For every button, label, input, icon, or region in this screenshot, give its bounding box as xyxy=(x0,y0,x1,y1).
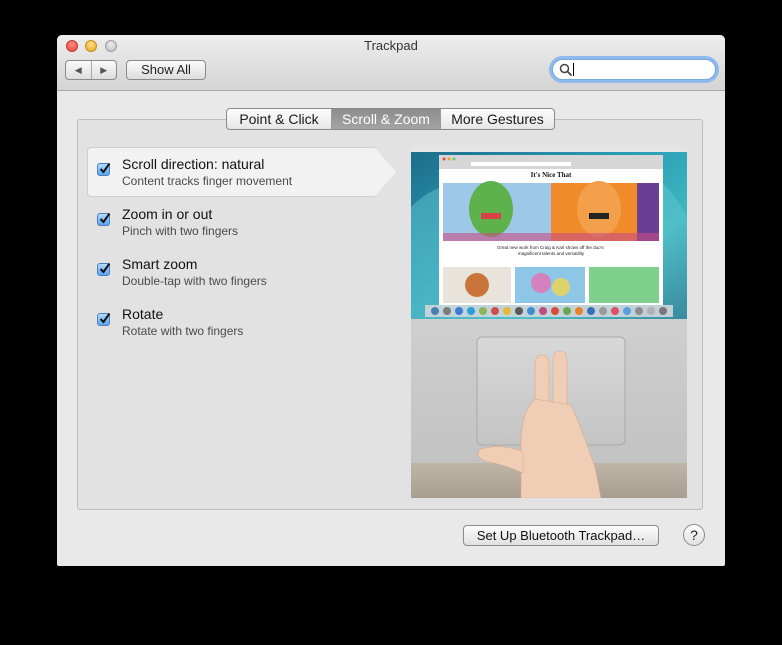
option-title: Smart zoom xyxy=(122,256,198,272)
dock-icon xyxy=(527,307,535,315)
scroll-direction-checkbox[interactable] xyxy=(97,162,111,176)
dock-icon xyxy=(551,307,559,315)
dock-icon xyxy=(455,307,463,315)
back-arrow-icon: ◀ xyxy=(74,64,82,75)
help-button[interactable]: ? xyxy=(683,524,705,546)
tab-more-gestures[interactable]: More Gestures xyxy=(440,109,554,129)
art-right-mouth xyxy=(589,213,609,219)
show-all-button[interactable]: Show All xyxy=(126,60,206,80)
art-right-face xyxy=(577,181,621,237)
dock-icon xyxy=(611,307,619,315)
dock-icon xyxy=(635,307,643,315)
dock-icon xyxy=(479,307,487,315)
option-scroll-direction[interactable]: Scroll direction: natural Content tracks… xyxy=(87,147,396,197)
forward-arrow-icon: ▶ xyxy=(100,64,108,75)
option-subtitle: Pinch with two fingers xyxy=(122,224,239,238)
art-left-mouth xyxy=(481,213,501,219)
option-subtitle: Double-tap with two fingers xyxy=(122,274,267,288)
selection-highlight xyxy=(87,147,375,197)
art-left-face xyxy=(469,181,513,237)
titlebar: Trackpad ◀ ▶ Show All xyxy=(57,35,725,91)
setup-bluetooth-trackpad-button[interactable]: Set Up Bluetooth Trackpad… xyxy=(463,525,659,546)
nav-group: ◀ ▶ xyxy=(65,60,117,80)
tab-scroll-and-zoom[interactable]: Scroll & Zoom xyxy=(331,109,440,129)
smart-zoom-checkbox[interactable] xyxy=(97,262,111,276)
thumb-1-flower xyxy=(465,273,489,297)
dock-icon xyxy=(647,307,655,315)
zoom-checkbox[interactable] xyxy=(97,212,111,226)
dock-icon xyxy=(623,307,631,315)
tab-point-and-click[interactable]: Point & Click xyxy=(227,109,331,129)
site-title: It's Nice That xyxy=(531,171,572,179)
checkmark-icon xyxy=(99,212,111,224)
art-bottom-band xyxy=(443,233,659,241)
option-zoom[interactable]: Zoom in or out Pinch with two fingers xyxy=(87,197,392,247)
text-caret xyxy=(573,63,574,76)
checkmark-icon xyxy=(99,162,111,174)
gesture-preview-video: It's Nice That Great new work from Craig… xyxy=(411,147,687,498)
rotate-checkbox[interactable] xyxy=(97,312,111,326)
browser-address-bar xyxy=(471,162,571,166)
dock-icon xyxy=(515,307,523,315)
dock-icon xyxy=(659,307,667,315)
option-rotate[interactable]: Rotate Rotate with two fingers xyxy=(87,297,392,347)
selection-arrow xyxy=(374,147,396,197)
dock-icon xyxy=(587,307,595,315)
dock-icon xyxy=(491,307,499,315)
thumb-2-splash xyxy=(552,278,570,296)
browser-min-dot xyxy=(447,157,451,161)
thumb-2-splash xyxy=(531,273,551,293)
art-right-band xyxy=(637,183,659,241)
tab-bar: Point & Click Scroll & Zoom More Gesture… xyxy=(226,108,555,130)
dock-icon xyxy=(503,307,511,315)
menu-bar xyxy=(411,147,687,152)
option-title: Zoom in or out xyxy=(122,206,213,222)
dock-icon xyxy=(563,307,571,315)
checkmark-icon xyxy=(99,312,111,324)
thumb-3 xyxy=(589,267,659,303)
browser-zoom-dot xyxy=(452,157,456,161)
preview-illustration: It's Nice That Great new work from Craig… xyxy=(411,147,687,498)
search-icon xyxy=(559,63,573,77)
dock-icon xyxy=(431,307,439,315)
trackpad-window: Trackpad ◀ ▶ Show All Point & Click Scro… xyxy=(57,35,725,566)
option-title: Rotate xyxy=(122,306,164,322)
option-title: Scroll direction: natural xyxy=(122,156,265,172)
dock-icon xyxy=(539,307,547,315)
dock-icon xyxy=(599,307,607,315)
headline-line: magnificent talents and versatility xyxy=(518,251,585,256)
back-button[interactable]: ◀ xyxy=(66,61,91,79)
headline-line: Great new work from Craig & Karl shows o… xyxy=(497,245,605,250)
browser-close-dot xyxy=(442,157,446,161)
window-title: Trackpad xyxy=(364,38,418,53)
option-subtitle: Rotate with two fingers xyxy=(122,324,244,338)
dock-icon xyxy=(467,307,475,315)
forward-button[interactable]: ▶ xyxy=(90,61,117,79)
dock-icon xyxy=(443,307,451,315)
dock-icon xyxy=(575,307,583,315)
option-smart-zoom[interactable]: Smart zoom Double-tap with two fingers xyxy=(87,247,392,297)
checkmark-icon xyxy=(99,262,111,274)
search-input[interactable] xyxy=(552,59,716,80)
option-subtitle: Content tracks finger movement xyxy=(122,174,293,188)
